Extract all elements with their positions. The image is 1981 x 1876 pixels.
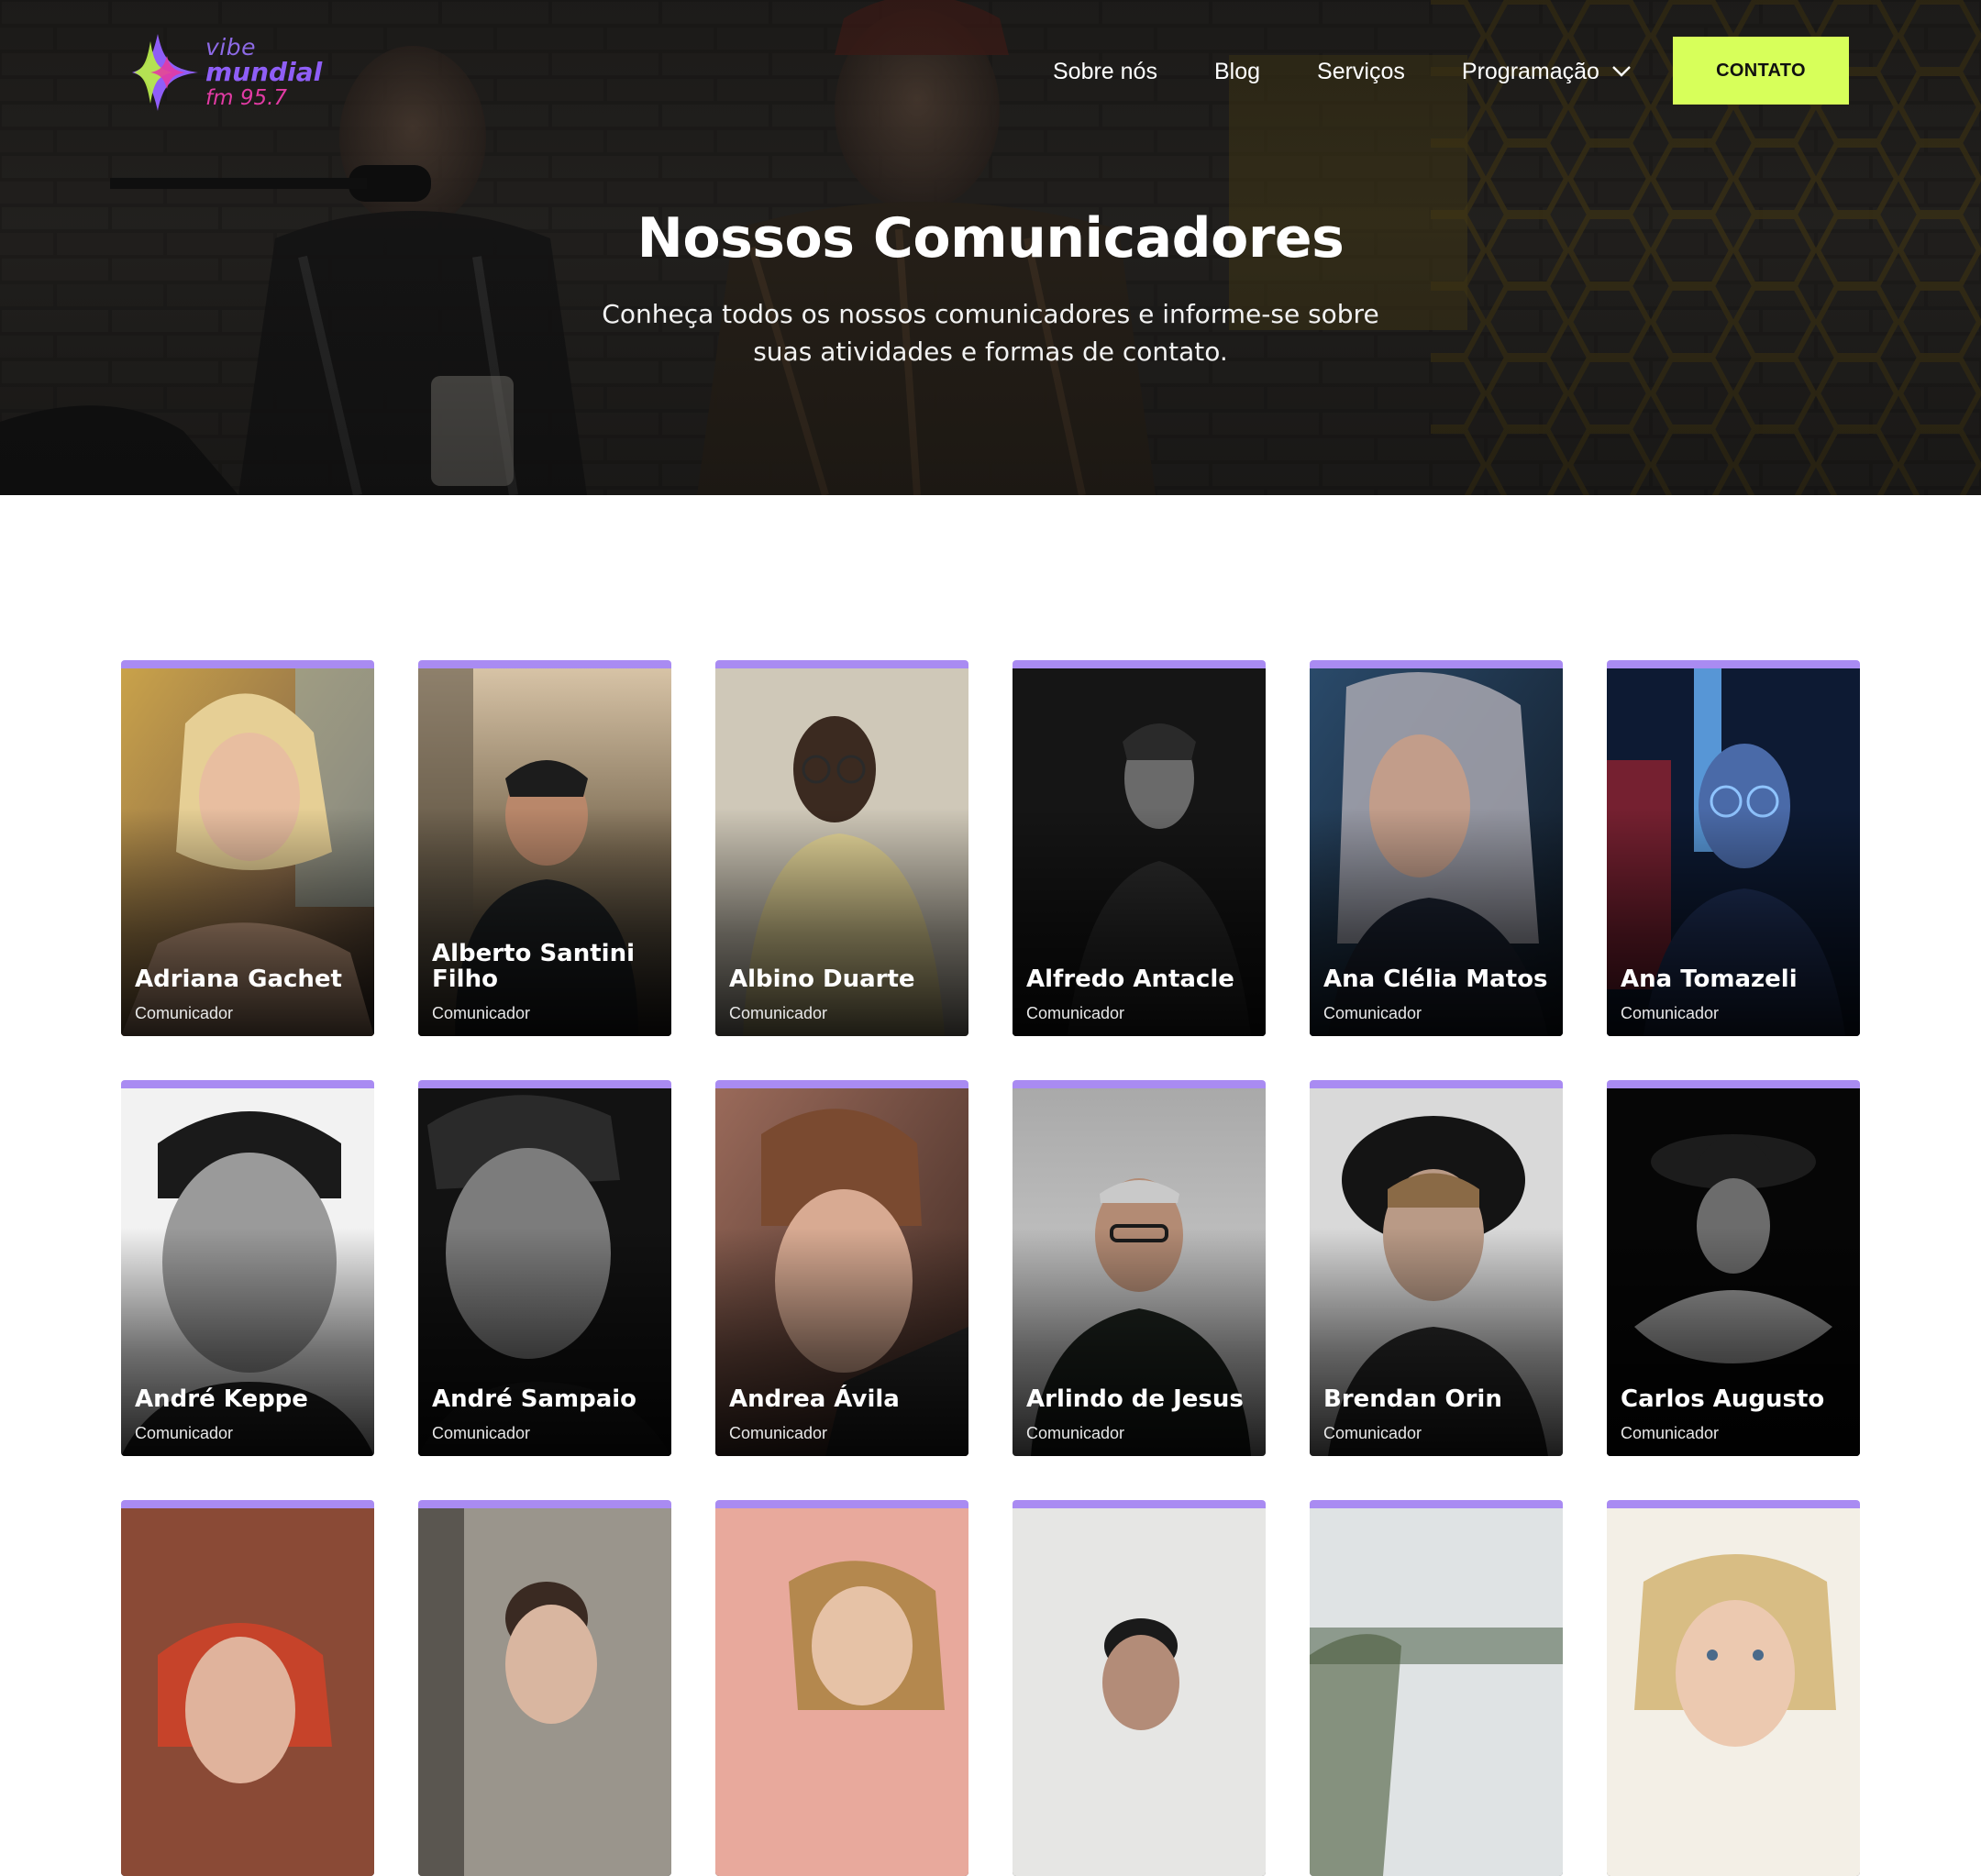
team-photo: [1607, 1508, 1860, 1876]
team-member-role: Comunicador: [1323, 1424, 1422, 1442]
team-photo: [715, 1508, 968, 1876]
team-member-role: Comunicador: [1621, 1424, 1720, 1442]
contact-button[interactable]: CONTATO: [1673, 37, 1849, 105]
team-member-name: Alfredo Antacle: [1026, 966, 1234, 993]
card-gradient: [418, 1228, 671, 1456]
logo-text-vibe: vibe: [205, 34, 256, 61]
team-member-role: Comunicador: [729, 1004, 828, 1022]
team-card[interactable]: Arlindo de Jesus Comunicador: [1013, 1080, 1266, 1456]
nav-link-blog[interactable]: Blog: [1214, 59, 1260, 85]
card-gradient: [715, 808, 968, 1036]
team-member-role: Comunicador: [432, 1424, 531, 1442]
team-card[interactable]: Ana Tomazeli Comunicador: [1607, 660, 1860, 1036]
card-gradient: [121, 1228, 374, 1456]
team-member-name: Ana Clélia Matos: [1323, 966, 1548, 993]
team-photo: [121, 1508, 374, 1876]
card-gradient: [1013, 808, 1266, 1036]
team-member-name: Carlos Augusto: [1621, 1385, 1825, 1413]
team-member-name: Ana Tomazeli: [1621, 966, 1798, 993]
nav-dropdown-label: Programação: [1461, 58, 1599, 84]
card-gradient: [715, 1228, 968, 1456]
team-card[interactable]: Alberto Santini Filho Comunicador: [418, 660, 671, 1036]
team-photo: [1310, 1508, 1563, 1876]
card-gradient: [1607, 808, 1860, 1036]
team-card[interactable]: Andrea Ávila Comunicador: [715, 1080, 968, 1456]
team-photo: [1013, 1508, 1266, 1876]
team-member-name: Albino Duarte: [729, 966, 915, 993]
team-member-role: Comunicador: [135, 1004, 234, 1022]
nav-dropdown-programacao[interactable]: Programação: [1462, 59, 1632, 85]
card-gradient: [1310, 1228, 1563, 1456]
team-member-name: Andrea Ávila: [729, 1385, 900, 1413]
team-card[interactable]: Brendan Orin Comunicador: [1310, 1080, 1563, 1456]
team-member-role: Comunicador: [432, 1004, 531, 1022]
team-card[interactable]: Alfredo Antacle Comunicador: [1013, 660, 1266, 1036]
team-card[interactable]: [1607, 1500, 1860, 1876]
page-subtitle: Conheça todos os nossos comunicadores e …: [602, 299, 1379, 367]
card-gradient: [121, 808, 374, 1036]
team-member-name: Alberto Santini Filho: [432, 940, 635, 993]
team-member-role: Comunicador: [729, 1424, 828, 1442]
team-card[interactable]: André Keppe Comunicador: [121, 1080, 374, 1456]
team-member-name: Brendan Orin: [1323, 1385, 1502, 1413]
page-title: Nossos Comunicadores: [636, 206, 1345, 270]
team-card[interactable]: Carlos Augusto Comunicador: [1607, 1080, 1860, 1456]
logo-spark-icon: [132, 34, 198, 111]
team-card[interactable]: André Sampaio Comunicador: [418, 1080, 671, 1456]
team-photo: [418, 1508, 671, 1876]
nav-link-sobre-nos[interactable]: Sobre nós: [1053, 59, 1157, 85]
card-gradient: [418, 808, 671, 1036]
team-card[interactable]: Ana Clélia Matos Comunicador: [1310, 660, 1563, 1036]
team-card[interactable]: [715, 1500, 968, 1876]
hero-section: vibe mundial fm 95.7 Sobre nós Blog Serv…: [0, 0, 1981, 495]
team-member-role: Comunicador: [1621, 1004, 1720, 1022]
team-member-role: Comunicador: [1323, 1004, 1422, 1022]
team-member-role: Comunicador: [1026, 1004, 1125, 1022]
logo-text-frequency: fm 95.7: [205, 86, 288, 110]
team-member-role: Comunicador: [135, 1424, 234, 1442]
brand-logo[interactable]: vibe mundial fm 95.7: [130, 31, 332, 114]
nav-link-servicos[interactable]: Serviços: [1317, 59, 1405, 85]
card-gradient: [1013, 1228, 1266, 1456]
main-nav: Sobre nós Blog Serviços Programação: [1053, 55, 1632, 88]
team-card[interactable]: [121, 1500, 374, 1876]
card-gradient: [1310, 808, 1563, 1036]
team-card[interactable]: [418, 1500, 671, 1876]
team-member-role: Comunicador: [1026, 1424, 1125, 1442]
team-member-name: Arlindo de Jesus: [1026, 1385, 1244, 1413]
card-gradient: [1607, 1228, 1860, 1456]
chevron-down-icon: [1612, 66, 1631, 77]
team-member-name: Adriana Gachet: [135, 966, 342, 993]
team-card[interactable]: Adriana Gachet Comunicador: [121, 660, 374, 1036]
team-card[interactable]: [1013, 1500, 1266, 1876]
team-card[interactable]: Albino Duarte Comunicador: [715, 660, 968, 1036]
logo-text-mundial: mundial: [205, 57, 323, 87]
team-member-name: André Sampaio: [432, 1385, 637, 1413]
team-member-name: André Keppe: [135, 1385, 308, 1413]
team-card[interactable]: [1310, 1500, 1563, 1876]
